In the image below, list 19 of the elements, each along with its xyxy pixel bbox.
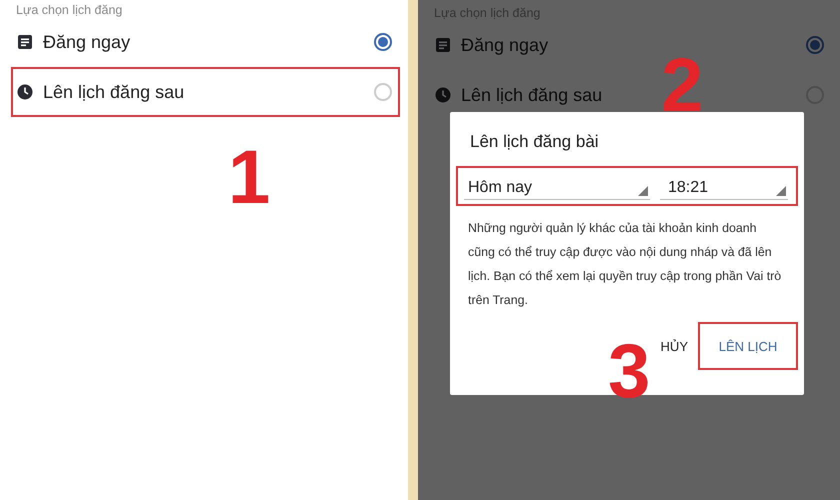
date-dropdown[interactable]: Hôm nay bbox=[464, 174, 650, 200]
radio-button[interactable] bbox=[374, 33, 392, 51]
option-label[interactable]: Đăng ngay bbox=[43, 32, 374, 52]
post-icon bbox=[435, 37, 451, 53]
cancel-button[interactable]: HỦY bbox=[656, 322, 692, 370]
clock-icon bbox=[17, 84, 33, 100]
radio-button[interactable] bbox=[806, 36, 824, 54]
dropdown-corner-icon bbox=[776, 186, 786, 196]
post-icon bbox=[17, 34, 33, 50]
step-number: 1 bbox=[228, 140, 270, 216]
dialog-title: Lên lịch đăng bài bbox=[469, 132, 600, 153]
dropdown-corner-icon bbox=[638, 186, 648, 196]
section-label: Lựa chọn lịch đăng bbox=[15, 2, 124, 17]
option-label[interactable]: Lên lịch đăng sau bbox=[43, 82, 374, 102]
clock-icon bbox=[435, 87, 451, 103]
step-number: 3 bbox=[608, 334, 650, 410]
schedule-button[interactable]: LÊN LỊCH bbox=[698, 322, 798, 370]
time-dropdown[interactable]: 18:21 bbox=[660, 174, 788, 200]
info-text: Những người quản lý khác của tài khoản kinh doanh cũng có thể truy cập được vào nội dung nháp và đã lên lịch. Bạn có thể xem lại quyền truy cập trong phần Vai trò trên Trang. bbox=[467, 220, 782, 309]
